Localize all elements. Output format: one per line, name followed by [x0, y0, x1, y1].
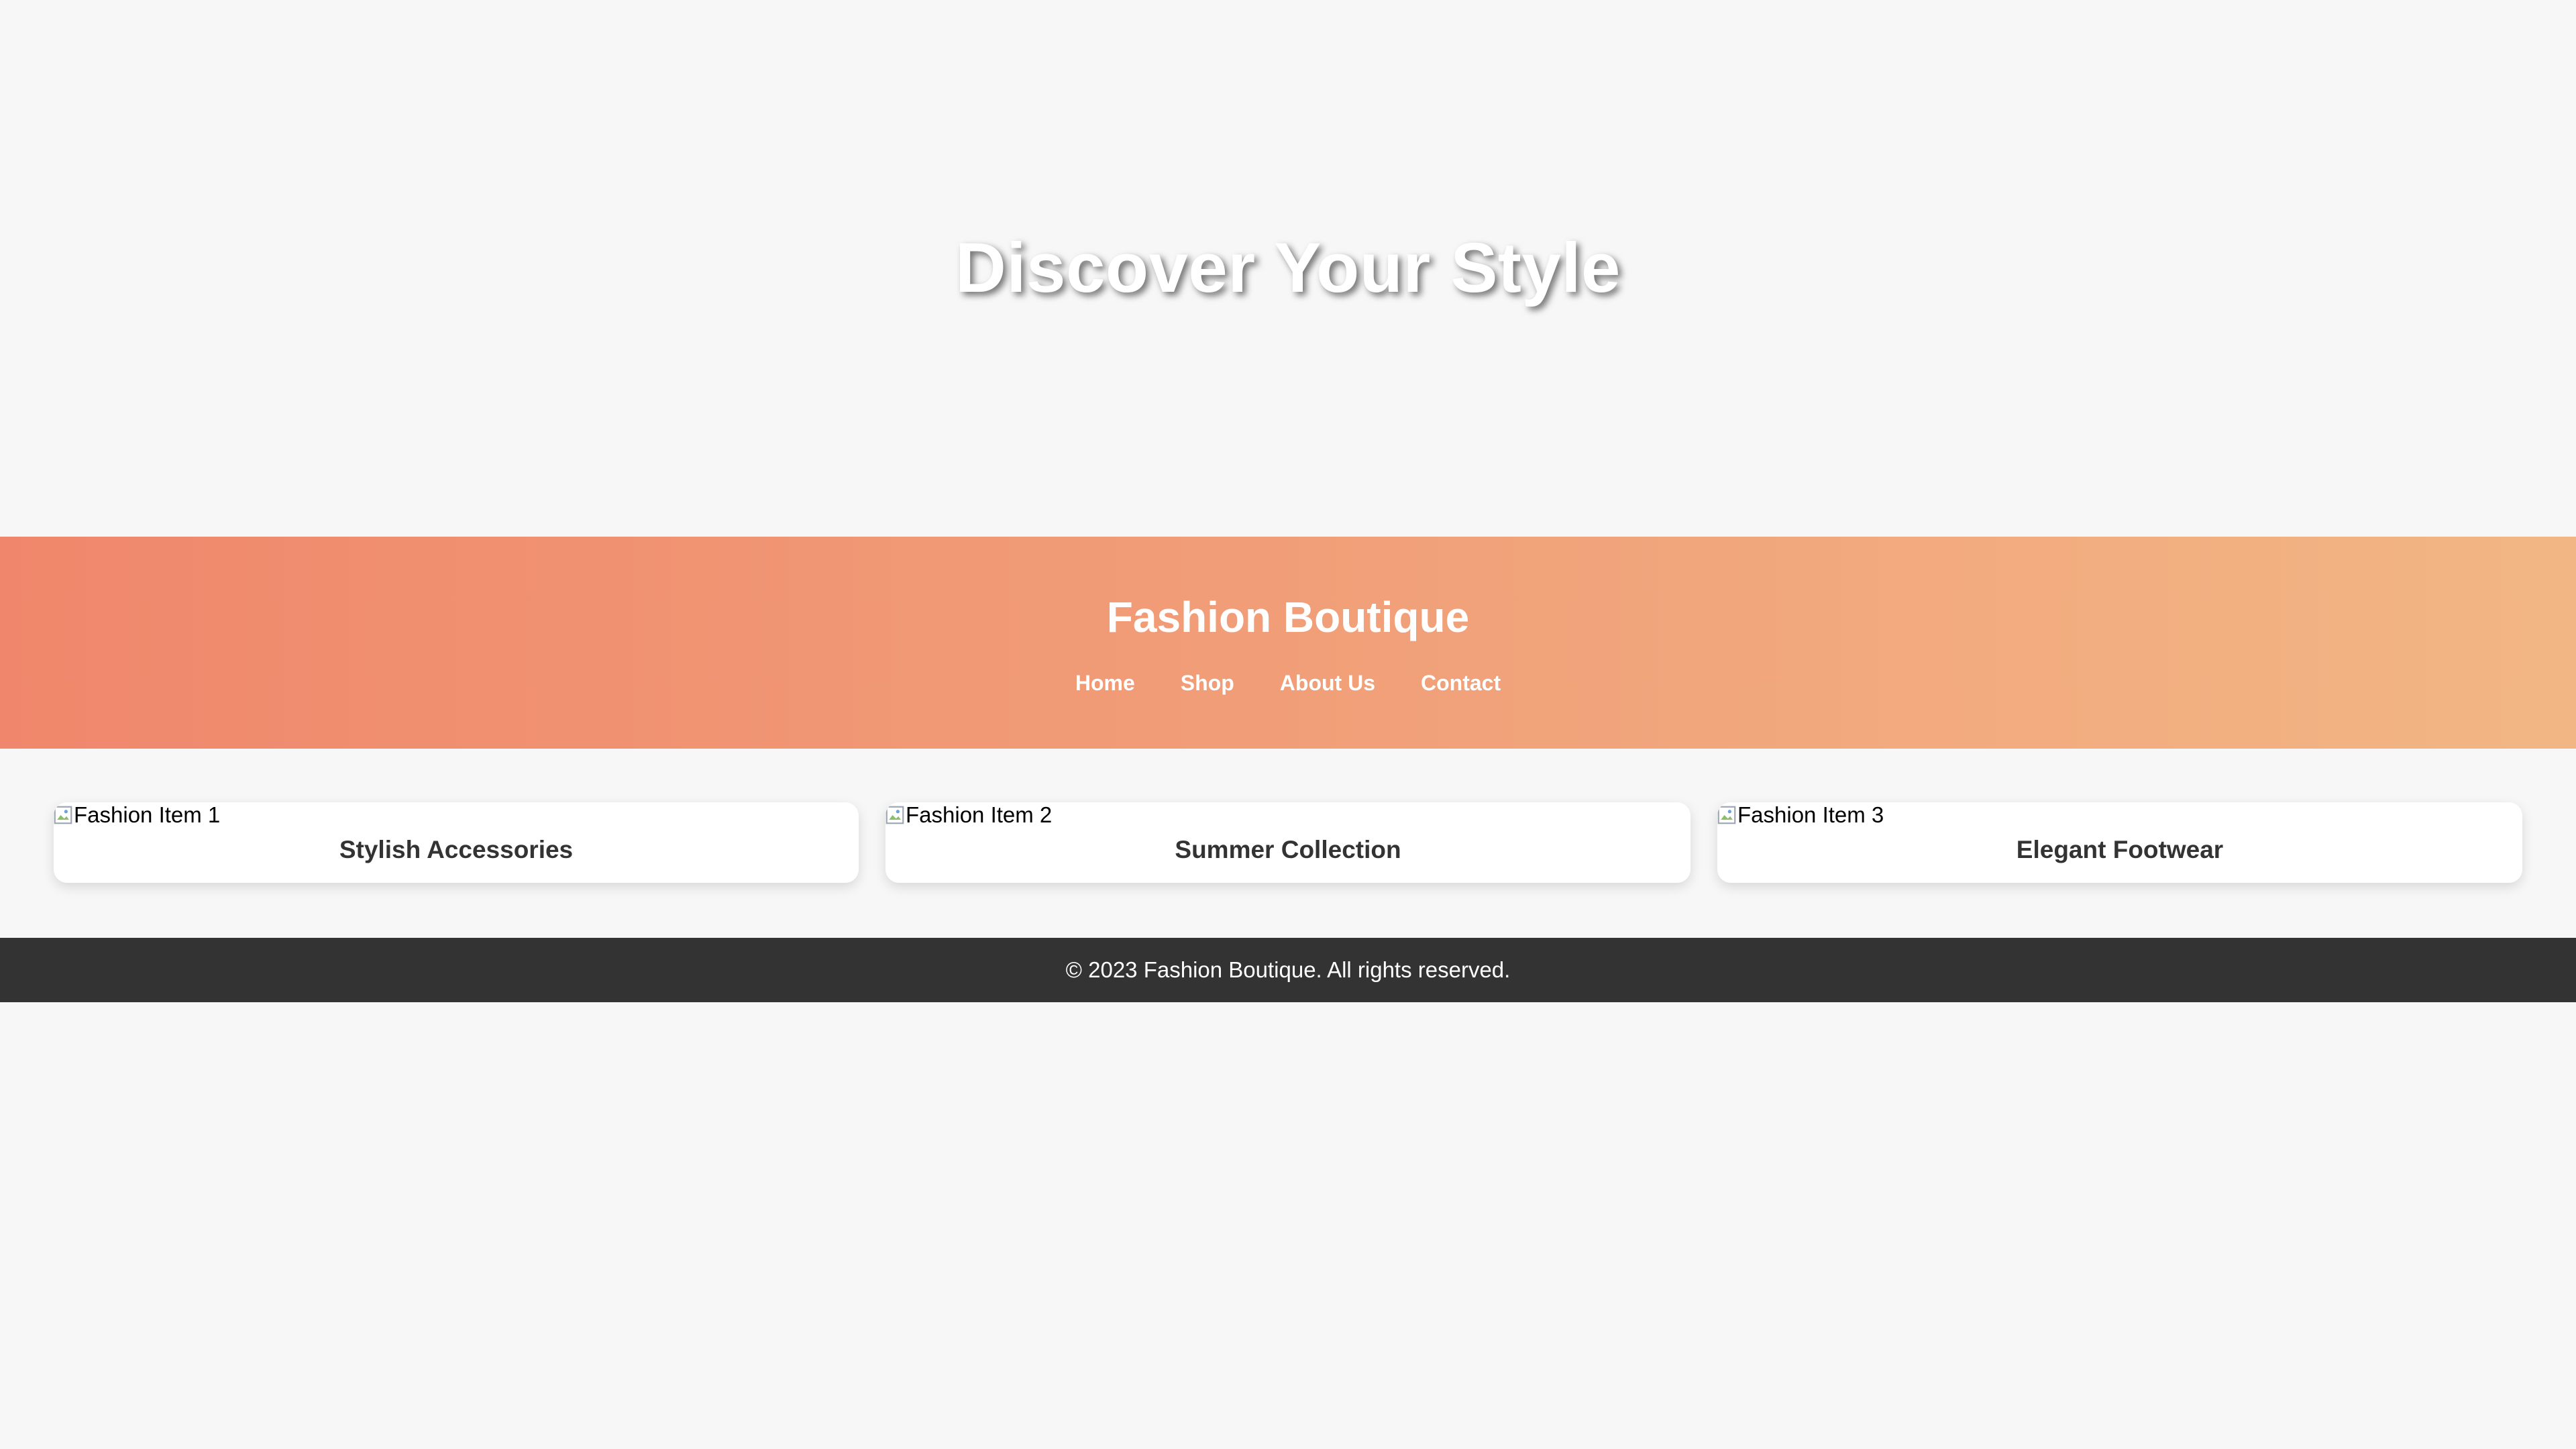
site-footer: © 2023 Fashion Boutique. All rights rese…	[0, 938, 2576, 1002]
product-title: Stylish Accessories	[339, 836, 574, 863]
copyright-text: © 2023 Fashion Boutique. All rights rese…	[1065, 957, 1511, 982]
hero-section: Discover Your Style	[0, 0, 2576, 537]
brand-title: Fashion Boutique	[1106, 593, 1470, 641]
product-title: Elegant Footwear	[2016, 836, 2224, 863]
site-header: Fashion Boutique Home Shop About Us Cont…	[0, 537, 2576, 749]
product-grid: Fashion Item 1 Stylish Accessories Fashi…	[54, 802, 2522, 883]
nav-link-home[interactable]: Home	[1053, 669, 1158, 696]
nav-link-contact[interactable]: Contact	[1398, 669, 1523, 696]
product-card-stylish-accessories[interactable]: Fashion Item 1 Stylish Accessories	[54, 802, 859, 883]
nav-link-about-us[interactable]: About Us	[1257, 669, 1398, 696]
product-image: Fashion Item 2	[885, 802, 1690, 828]
product-card-summer-collection[interactable]: Fashion Item 2 Summer Collection	[885, 802, 1690, 883]
product-card-elegant-footwear[interactable]: Fashion Item 3 Elegant Footwear	[1717, 802, 2522, 883]
main-navigation: Home Shop About Us Contact	[0, 669, 2576, 696]
product-image: Fashion Item 1	[54, 802, 859, 828]
broken-image-icon	[885, 806, 904, 824]
product-image-alt-text: Fashion Item 3	[1737, 802, 1884, 827]
product-image-alt-text: Fashion Item 1	[74, 802, 221, 827]
broken-image-icon	[1717, 806, 1736, 824]
nav-link-shop[interactable]: Shop	[1158, 669, 1257, 696]
product-image-alt-text: Fashion Item 2	[906, 802, 1053, 827]
hero-headline: Discover Your Style	[955, 229, 1621, 307]
product-title: Summer Collection	[1175, 836, 1401, 863]
broken-image-icon	[54, 806, 72, 824]
product-image: Fashion Item 3	[1717, 802, 2522, 828]
